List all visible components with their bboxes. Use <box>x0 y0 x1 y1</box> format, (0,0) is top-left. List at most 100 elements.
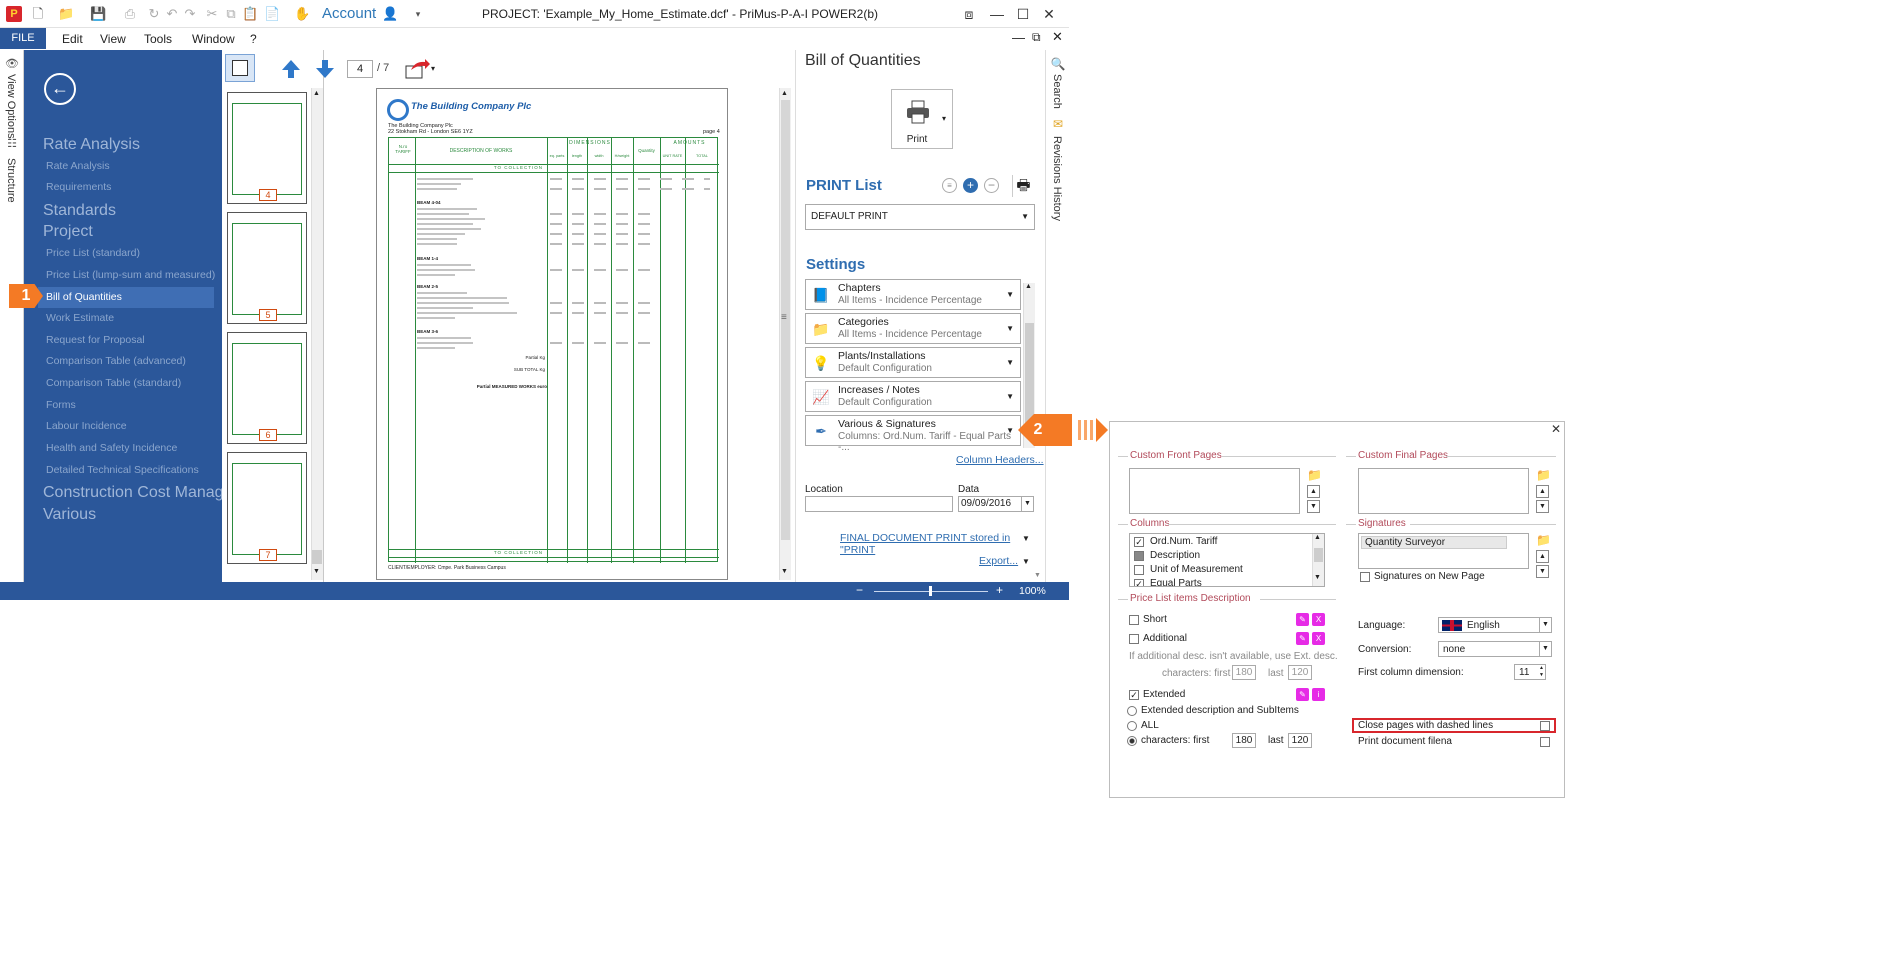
scroll-down-icon[interactable]: ▼ <box>313 568 320 575</box>
open-folder-icon[interactable]: 📁 <box>1536 533 1551 547</box>
preview-scrollbar[interactable]: ▲ ▼ <box>779 88 791 580</box>
scroll-thumb[interactable] <box>1314 548 1323 562</box>
nav-item-technical-specs[interactable]: Detailed Technical Specifications <box>46 464 199 476</box>
close-pages-checkbox[interactable] <box>1540 721 1550 731</box>
user-icon[interactable]: 👤 <box>382 6 398 22</box>
panel-scroll-down-icon[interactable]: ▼ <box>1034 572 1041 579</box>
scroll-down-icon[interactable]: ▼ <box>1314 574 1321 581</box>
ext-desc-subitems-radio[interactable] <box>1127 706 1137 716</box>
remove-print-icon[interactable]: − <box>984 178 999 193</box>
structure-tab[interactable]: Structure <box>5 158 17 203</box>
nav-item-health-safety[interactable]: Health and Safety Incidence <box>46 442 177 454</box>
copy-icon[interactable]: ⧉ <box>223 6 239 22</box>
print-settings-icon[interactable]: 🖶 <box>1012 175 1034 197</box>
move-up-button[interactable]: ▲ <box>1307 485 1320 498</box>
columns-scrollbar[interactable]: ▲ ▼ <box>1312 534 1324 586</box>
export-link[interactable]: Export... <box>979 555 1018 567</box>
list-view-icon[interactable]: ≡ <box>942 178 957 193</box>
scroll-thumb[interactable] <box>1025 323 1034 423</box>
move-up-button[interactable]: ▲ <box>1536 485 1549 498</box>
chevron-down-icon[interactable]: ▼ <box>1022 557 1030 566</box>
menu-help[interactable]: ? <box>250 32 257 46</box>
characters-radio[interactable] <box>1127 736 1137 746</box>
additional-last-input[interactable]: 120 <box>1288 665 1312 680</box>
share-dropdown-icon[interactable]: ▾ <box>431 64 435 73</box>
short-checkbox[interactable] <box>1129 615 1139 625</box>
nav-item-comparison-advanced[interactable]: Comparison Table (advanced) <box>46 355 186 367</box>
open-folder-icon[interactable]: 📁 <box>1536 468 1551 482</box>
doc-close-button[interactable]: ✕ <box>1052 29 1063 45</box>
extended-last-input[interactable]: 120 <box>1288 733 1312 748</box>
nav-heading-rate-analysis[interactable]: Rate Analysis <box>43 136 140 154</box>
revisions-history-tab[interactable]: Revisions History <box>1051 136 1063 221</box>
all-radio[interactable] <box>1127 721 1137 731</box>
paste-special-icon[interactable]: 📄 <box>264 6 280 22</box>
signatures-list[interactable]: Quantity Surveyor <box>1358 533 1529 569</box>
menu-view[interactable]: View <box>100 32 126 46</box>
thumbnail-scrollbar[interactable]: ▲ ▼ <box>311 88 323 580</box>
next-page-arrow-icon[interactable] <box>315 58 335 80</box>
nav-item-labour-incidence[interactable]: Labour Incidence <box>46 420 127 432</box>
print-dropdown-icon[interactable]: ▾ <box>942 114 946 123</box>
move-down-button[interactable]: ▼ <box>1307 500 1320 513</box>
nav-item-requirements[interactable]: Requirements <box>46 181 111 193</box>
nav-heading-various[interactable]: Various <box>43 506 96 524</box>
thumbnail-toggle-button[interactable] <box>225 54 255 82</box>
additional-first-input[interactable]: 180 <box>1232 665 1256 680</box>
nav-item-forms[interactable]: Forms <box>46 399 76 411</box>
settings-item-various-signatures[interactable]: ✒ Various & Signatures Columns: Ord.Num.… <box>805 415 1021 453</box>
minimize-button[interactable]: — <box>986 4 1008 24</box>
column-checkbox[interactable] <box>1134 551 1144 561</box>
conversion-dropdown[interactable]: none ▼ <box>1438 641 1552 657</box>
print-list-dropdown[interactable]: DEFAULT PRINT ▼ <box>805 204 1035 230</box>
format-magenta-icon[interactable]: X <box>1312 632 1325 645</box>
open-folder-icon[interactable]: 📁 <box>1307 468 1322 482</box>
settings-item-categories[interactable]: 📁 Categories All Items - Incidence Perce… <box>805 313 1021 344</box>
menu-edit[interactable]: Edit <box>62 32 83 46</box>
stepper-arrows-icon[interactable]: ▲ ▼ <box>1539 665 1544 679</box>
add-print-icon[interactable]: + <box>963 178 978 193</box>
nav-item-comparison-standard[interactable]: Comparison Table (standard) <box>46 377 181 389</box>
print-button[interactable]: ▾ Print <box>891 89 953 149</box>
scroll-up-icon[interactable]: ▲ <box>1314 534 1321 541</box>
quick-access-dropdown-icon[interactable]: ▾ <box>410 6 426 22</box>
paste-icon[interactable]: 📋 <box>242 6 258 22</box>
hand-tool-icon[interactable]: ✋ <box>294 6 310 22</box>
account-label[interactable]: Account <box>322 5 376 22</box>
close-button[interactable]: ✕ <box>1038 4 1060 24</box>
columns-list[interactable]: ✓ Ord.Num. Tariff Description Unit of Me… <box>1129 533 1325 587</box>
page-number-input[interactable]: 4 <box>347 60 373 78</box>
nav-item-price-list-standard[interactable]: Price List (standard) <box>46 247 140 259</box>
page-thumbnail[interactable]: 4 <box>227 92 307 204</box>
settings-item-chapters[interactable]: 📘 Chapters All Items - Incidence Percent… <box>805 279 1021 310</box>
popup-close-icon[interactable]: ✕ <box>1551 422 1561 436</box>
undo-icon[interactable]: ↶ <box>164 6 180 22</box>
doc-restore-button[interactable]: ⧉ <box>1032 30 1041 45</box>
scroll-thumb[interactable] <box>312 550 322 564</box>
move-down-button[interactable]: ▼ <box>1536 565 1549 578</box>
page-thumbnail[interactable]: 5 <box>227 212 307 324</box>
nav-heading-project[interactable]: Project <box>43 223 93 241</box>
print-icon[interactable]: ⎙ <box>122 6 138 22</box>
share-arrow-icon[interactable] <box>405 58 431 80</box>
nav-item-request-for-proposal[interactable]: Request for Proposal <box>46 334 145 346</box>
scroll-up-icon[interactable]: ▲ <box>1025 283 1032 290</box>
page-thumbnail[interactable]: 7 <box>227 452 307 564</box>
redo-icon[interactable]: ↷ <box>182 6 198 22</box>
move-up-button[interactable]: ▲ <box>1536 550 1549 563</box>
custom-final-pages-list[interactable] <box>1358 468 1529 514</box>
nav-item-bill-of-quantities[interactable]: Bill of Quantities <box>38 287 214 308</box>
edit-magenta-icon[interactable]: ✎ <box>1296 688 1309 701</box>
search-tab[interactable]: Search <box>1051 74 1063 109</box>
date-picker[interactable]: 09/09/2016 ▼ <box>958 496 1034 512</box>
splitter-grip-icon[interactable]: ≡ <box>781 312 787 323</box>
save-icon[interactable]: 💾 <box>90 6 106 22</box>
print-filename-checkbox[interactable] <box>1540 737 1550 747</box>
edit-magenta-icon[interactable]: ✎ <box>1296 632 1309 645</box>
new-file-icon[interactable]: 🗋 <box>30 6 46 22</box>
signatures-new-page-checkbox[interactable] <box>1360 572 1370 582</box>
info-magenta-icon[interactable]: i <box>1312 688 1325 701</box>
doc-minimize-button[interactable]: — <box>1012 30 1025 45</box>
menu-window[interactable]: Window <box>192 32 235 46</box>
restore-layout-icon[interactable]: ⧈ <box>958 4 980 24</box>
